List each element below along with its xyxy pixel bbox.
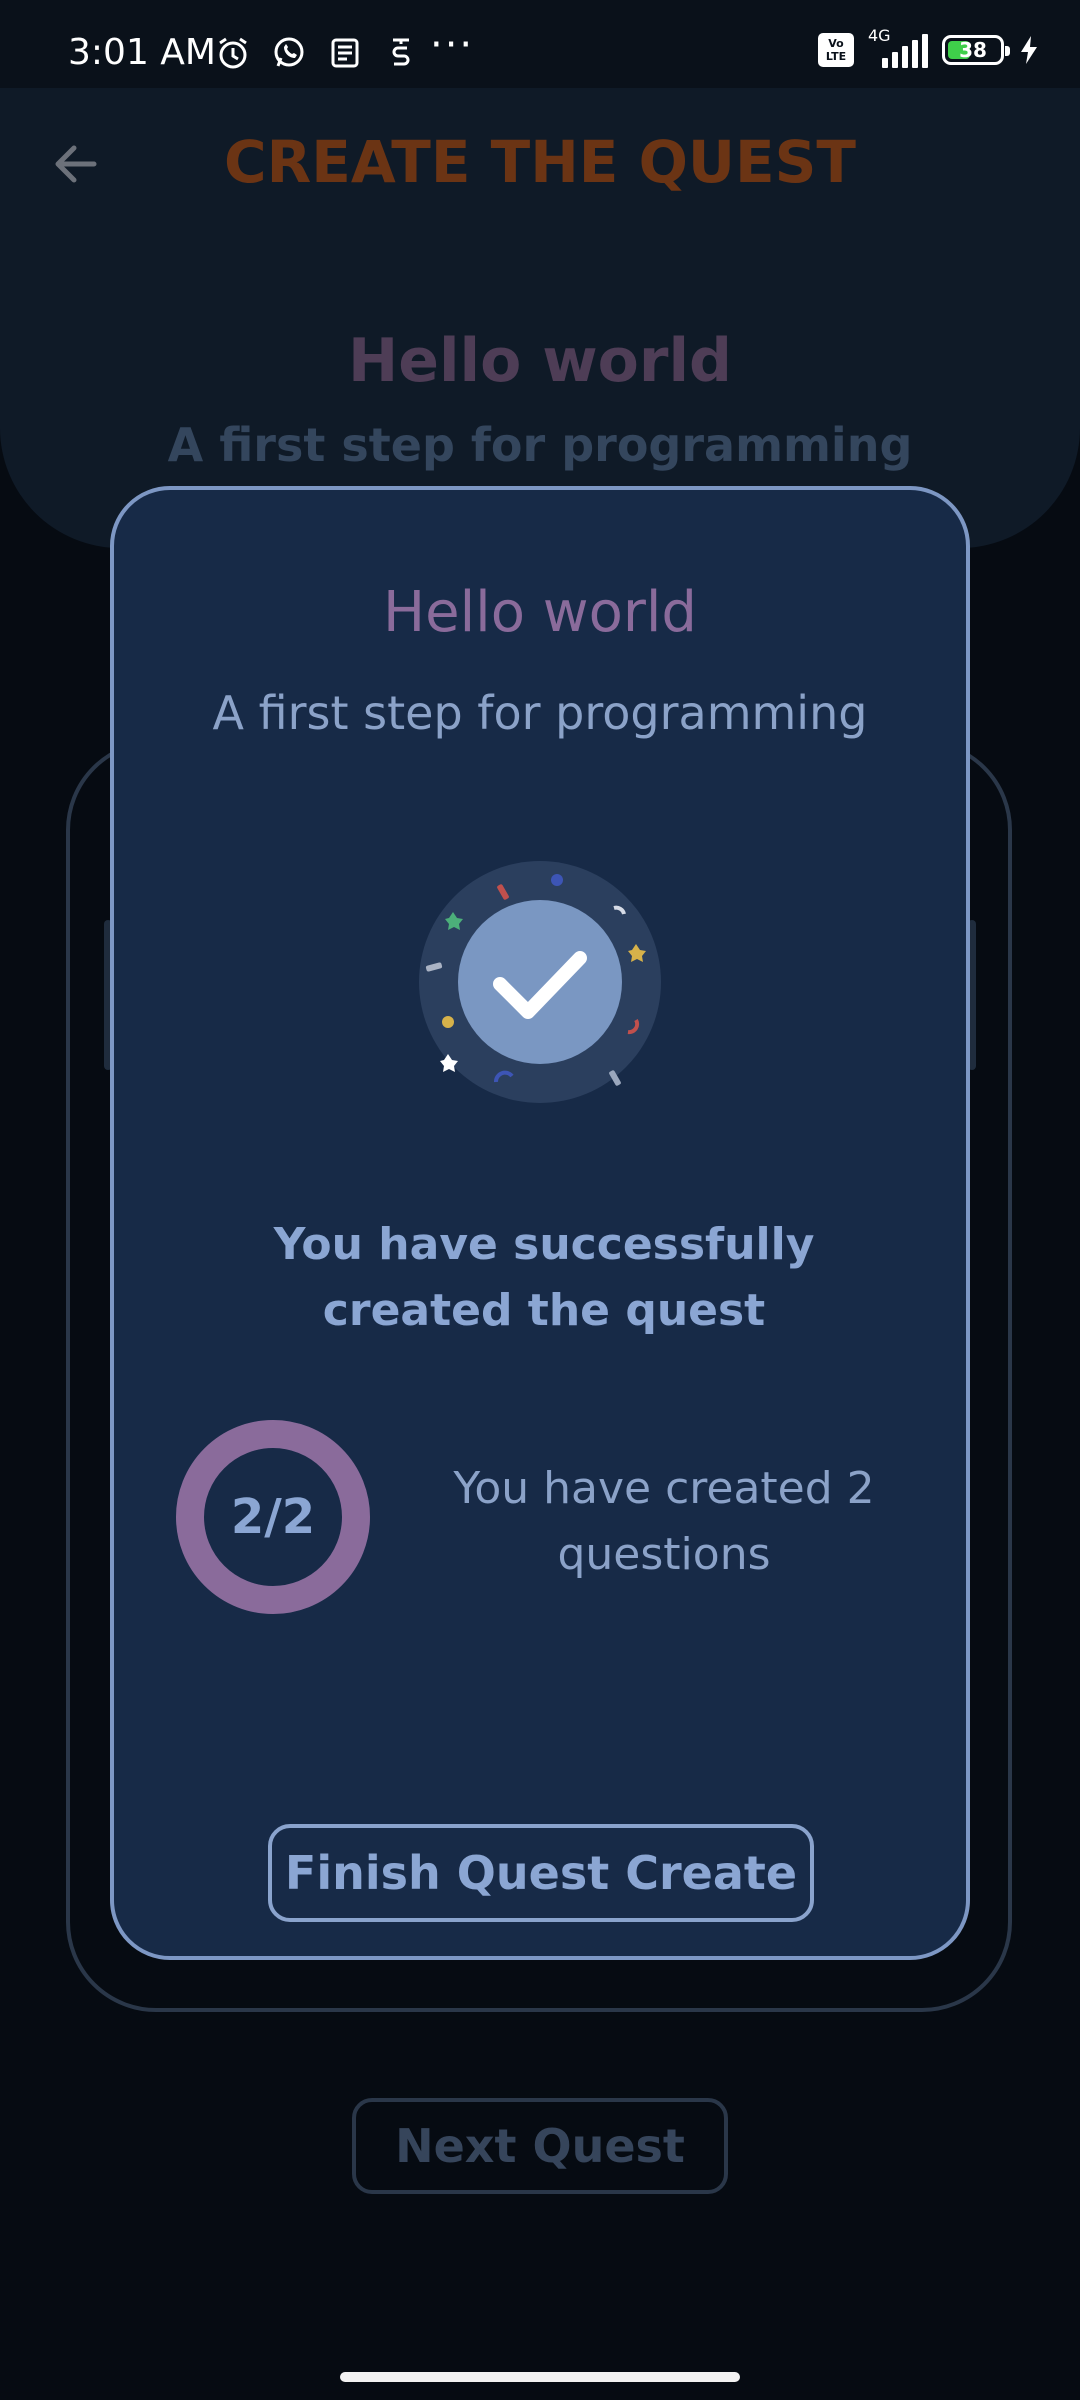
news-icon	[326, 34, 364, 72]
progress-label: 2/2	[230, 1489, 316, 1545]
background-quest-subtitle: A first step for programming	[167, 418, 913, 472]
success-check-icon	[419, 861, 661, 1103]
notification-icons	[214, 34, 420, 72]
system-icons: Vo LTE 4G 38	[818, 26, 1040, 68]
success-message: You have successfully created the quest	[273, 1219, 815, 1336]
whatsapp-icon	[270, 34, 308, 72]
battery-icon: 38	[942, 35, 1010, 65]
status-bar: 3:01 AM ··· Vo LTE 4G 38	[0, 0, 1080, 88]
alarm-icon	[214, 34, 252, 72]
questions-count-message: You have created 2 questions	[453, 1463, 875, 1580]
dialog-quest-title: Hello world	[383, 580, 697, 645]
app-icon	[382, 34, 420, 72]
network-type: 4G	[868, 26, 891, 45]
more-dots-icon: ···	[430, 22, 475, 68]
charging-icon	[1021, 36, 1037, 64]
next-quest-button[interactable]: Next Quest	[352, 2098, 728, 2194]
dialog-quest-subtitle: A first step for programming	[212, 686, 868, 740]
status-time: 3:01 AM	[68, 32, 216, 73]
signal-icon: 4G	[868, 26, 928, 68]
volte-icon: Vo LTE	[818, 33, 854, 67]
background-quest-title: Hello world	[348, 326, 732, 396]
battery-level: 38	[959, 38, 987, 62]
finish-quest-create-button[interactable]: Finish Quest Create	[268, 1824, 814, 1922]
quest-created-dialog: Hello world A first step for programming…	[110, 486, 970, 1960]
gesture-nav-handle[interactable]	[340, 2372, 740, 2382]
page-title: CREATE THE QUEST	[224, 128, 856, 196]
